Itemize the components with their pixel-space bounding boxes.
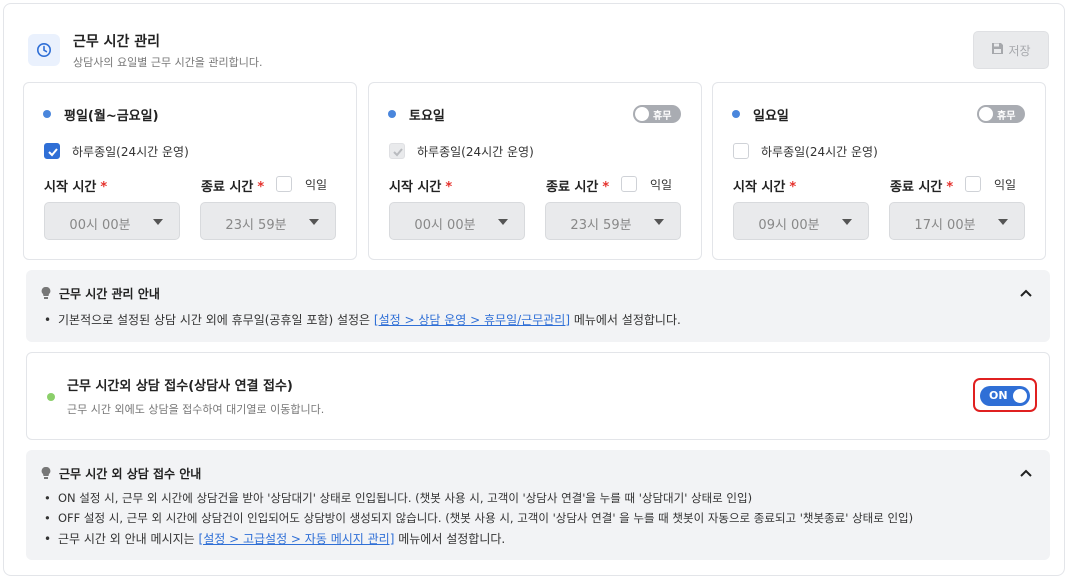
toggle-label: ON	[989, 389, 1008, 402]
next-day-checkbox[interactable]	[965, 176, 981, 192]
holiday-toggle[interactable]: 휴무	[633, 105, 681, 123]
day-card-weekday: 평일(월~금요일) 하루종일(24시간 운영) 시작 시간 * 종료 시간 * 익일…	[23, 82, 357, 260]
day-name: 일요일	[753, 109, 789, 124]
all-day-label: 하루종일(24시간 운영)	[417, 145, 534, 159]
start-time-value: 00시 00분	[414, 218, 476, 233]
next-day-label: 익일	[994, 178, 1017, 192]
day-dot	[43, 110, 51, 118]
chevron-down-icon	[498, 219, 508, 225]
start-time-label: 시작 시간 *	[44, 180, 108, 195]
lightbulb-icon	[40, 466, 52, 484]
chevron-down-icon	[153, 219, 163, 225]
end-time-select[interactable]: 17시 00분	[889, 202, 1025, 240]
start-time-value: 09시 00분	[758, 218, 820, 233]
start-time-select[interactable]: 00시 00분	[389, 202, 525, 240]
after-hours-guide: 근무 시간 외 상담 접수 안내 • ON 설정 시, 근무 외 시간에 상담건을…	[26, 450, 1050, 560]
after-hours-consult-section: 근무 시간외 상담 접수(상담사 연결 접수) 근무 시간 외에도 상담을 접수…	[26, 352, 1050, 440]
end-time-value: 23시 59분	[225, 218, 287, 233]
chevron-down-icon	[998, 219, 1008, 225]
all-day-checkbox[interactable]	[44, 143, 60, 159]
chevron-down-icon	[309, 219, 319, 225]
end-time-label: 종료 시간 *	[546, 180, 610, 195]
chevron-up-icon[interactable]	[1020, 466, 1032, 481]
end-time-select[interactable]: 23시 59분	[200, 202, 336, 240]
next-day-label: 익일	[305, 178, 328, 192]
day-dot	[388, 110, 396, 118]
save-icon	[991, 42, 1004, 58]
chevron-down-icon	[842, 219, 852, 225]
holiday-settings-link[interactable]: [설정 > 상담 운영 > 휴무일/근무관리]	[374, 313, 570, 327]
start-time-select[interactable]: 00시 00분	[44, 202, 180, 240]
end-time-select[interactable]: 23시 59분	[545, 202, 681, 240]
holiday-toggle[interactable]: 휴무	[977, 105, 1025, 123]
guide-line: • ON 설정 시, 근무 외 시간에 상담건을 받아 '상담대기' 상태로 인입…	[44, 491, 753, 505]
page-subtitle: 상담사의 요일별 근무 시간을 관리합니다.	[73, 56, 263, 69]
end-time-value: 23시 59분	[570, 218, 632, 233]
day-card-sunday: 일요일 휴무 하루종일(24시간 운영) 시작 시간 * 종료 시간 * 익일 09…	[712, 82, 1046, 260]
all-day-label: 하루종일(24시간 운영)	[72, 145, 189, 159]
guide-title: 근무 시간 외 상담 접수 안내	[59, 467, 202, 481]
day-dot	[732, 110, 740, 118]
start-time-label: 시작 시간 *	[733, 180, 797, 195]
work-hours-guide: 근무 시간 관리 안내 • 기본적으로 설정된 상담 시간 외에 휴무일(공휴일 …	[26, 270, 1050, 342]
holiday-toggle-label: 휴무	[653, 111, 672, 122]
toggle-knob	[979, 107, 993, 121]
after-hours-subtitle: 근무 시간 외에도 상담을 접수하여 대기열로 이동합니다.	[67, 403, 325, 416]
auto-message-settings-link[interactable]: [설정 > 고급설정 > 자동 메시지 관리]	[199, 532, 395, 546]
next-day-label: 익일	[650, 178, 673, 192]
chevron-down-icon	[654, 219, 664, 225]
day-name: 평일(월~금요일)	[64, 109, 159, 124]
end-time-label: 종료 시간 *	[201, 180, 265, 195]
start-time-value: 00시 00분	[69, 218, 131, 233]
after-hours-title: 근무 시간외 상담 접수(상담사 연결 접수)	[67, 379, 293, 394]
after-hours-toggle[interactable]: ON	[980, 386, 1030, 406]
end-time-label: 종료 시간 *	[890, 180, 954, 195]
guide-line: • 근무 시간 외 안내 메시지는 [설정 > 고급설정 > 자동 메시지 관리]…	[44, 532, 506, 546]
all-day-checkbox[interactable]	[733, 143, 749, 159]
guide-line: • 기본적으로 설정된 상담 시간 외에 휴무일(공휴일 포함) 설정은 [설정 …	[44, 313, 681, 327]
all-day-label: 하루종일(24시간 운영)	[761, 145, 878, 159]
guide-line: • OFF 설정 시, 근무 외 시간에 상담건이 인입되어도 상담방이 생성되지…	[44, 511, 914, 525]
guide-title: 근무 시간 관리 안내	[59, 287, 160, 301]
clock-icon	[28, 34, 60, 66]
holiday-toggle-label: 휴무	[997, 111, 1016, 122]
status-dot	[47, 393, 55, 401]
lightbulb-icon	[40, 286, 52, 304]
day-card-saturday: 토요일 휴무 하루종일(24시간 운영) 시작 시간 * 종료 시간 * 익일 00…	[368, 82, 702, 260]
save-button[interactable]: 저장	[973, 31, 1049, 69]
day-name: 토요일	[409, 109, 445, 124]
next-day-checkbox[interactable]	[621, 176, 637, 192]
save-button-label: 저장	[1008, 43, 1031, 58]
start-time-select[interactable]: 09시 00분	[733, 202, 869, 240]
all-day-checkbox[interactable]	[389, 143, 405, 159]
page-title: 근무 시간 관리	[73, 34, 161, 50]
work-hours-panel: 근무 시간 관리 상담사의 요일별 근무 시간을 관리합니다. 저장 평일(월~…	[3, 3, 1065, 576]
toggle-knob	[1013, 389, 1027, 403]
chevron-up-icon[interactable]	[1020, 286, 1032, 301]
next-day-checkbox[interactable]	[276, 176, 292, 192]
toggle-knob	[635, 107, 649, 121]
end-time-value: 17시 00분	[914, 218, 976, 233]
start-time-label: 시작 시간 *	[389, 180, 453, 195]
